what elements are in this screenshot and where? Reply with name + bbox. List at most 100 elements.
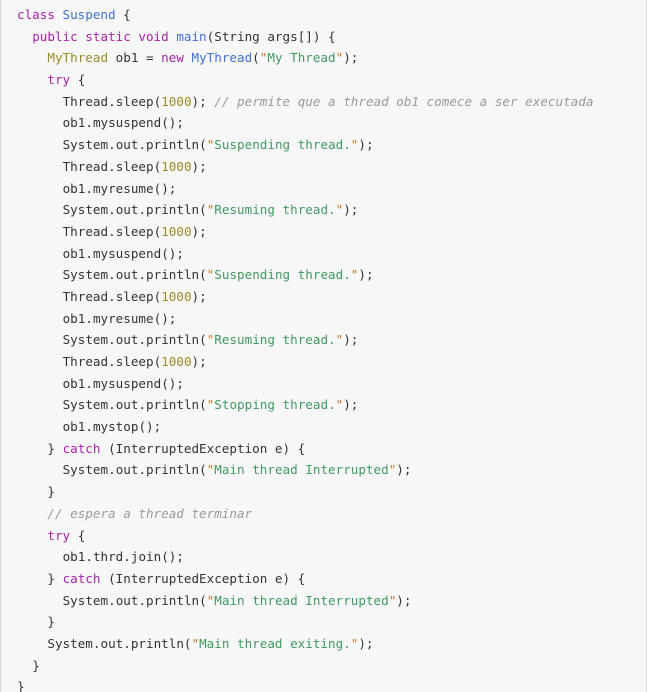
code-identifier: System [62,332,109,348]
code-punctuation: ( [199,397,207,413]
code-identifier: println [146,592,200,608]
code-punctuation: ( [199,332,207,348]
code-identifier: mysuspend [92,375,162,391]
code-identifier: sleep [115,354,154,369]
code-punctuation: . [108,288,116,304]
code-identifier: println [146,332,200,348]
code-punctuation: ); [191,158,207,174]
code-string: My Thread [267,50,336,66]
code-identifier: out [115,397,139,413]
code-punctuation: { [70,527,86,543]
code-punctuation: . [108,93,116,109]
code-line: ob1.mystop(); [1,416,646,438]
code-punctuation: (); [161,245,184,261]
code-punctuation: ( [100,440,116,456]
code-line: System.out.println("Main thread Interrup… [1,459,646,481]
code-identifier: System [62,397,109,413]
code-identifier: thrd [92,549,124,565]
code-punctuation [267,571,275,586]
code-punctuation: { [70,72,86,88]
code-identifier: InterruptedException [115,570,268,586]
code-identifier: out [115,332,139,348]
code-punctuation: } [47,484,55,500]
code-punctuation: ); [358,267,374,283]
code-line: System.out.println("Resuming thread."); [1,329,646,351]
code-type: Suspend [62,7,116,22]
code-punctuation: . [138,592,147,608]
code-keyword: catch [62,440,101,456]
code-identifier: Thread [62,288,109,304]
code-number: 1000 [161,93,192,109]
string-quote: " [191,635,200,651]
code-punctuation: . [85,419,93,435]
code-line: class Suspend { [1,4,646,26]
code-identifier: println [146,462,200,478]
code-line: System.out.println("Stopping thread."); [1,394,646,416]
code-punctuation: . [138,202,147,218]
code-punctuation [184,50,192,65]
code-line: System.out.println("Suspending thread.")… [1,264,646,286]
code-punctuation: . [85,115,93,131]
code-identifier: sleep [115,288,154,304]
code-identifier: out [115,137,139,153]
code-identifier: mystop [92,419,139,435]
code-string: Resuming thread. [214,202,336,218]
code-identifier: mysuspend [92,115,162,131]
code-identifier: ob1 [115,50,139,66]
code-line: ob1.myresume(); [1,178,646,200]
code-identifier: println [146,202,200,218]
code-punctuation: (); [153,180,177,196]
code-identifier: out [115,462,139,478]
code-line: // espera a thread terminar [1,503,646,525]
code-punctuation: ( [199,267,207,283]
code-identifier: println [146,397,200,413]
code-line: System.out.println("Main thread Interrup… [1,590,646,612]
code-identifier: System [62,462,109,478]
code-punctuation: . [108,332,116,348]
code-punctuation: ); [343,397,359,413]
code-punctuation: . [108,592,116,608]
code-identifier: Thread [62,158,109,174]
code-punctuation: []) { [297,28,336,44]
code-punctuation: (); [161,115,184,131]
code-punctuation: . [85,375,93,391]
code-line: public static void main(String args[]) { [1,26,646,48]
code-identifier: InterruptedException [115,440,268,456]
code-punctuation: . [108,158,116,174]
code-punctuation: } [47,614,55,630]
code-punctuation [55,7,63,22]
code-punctuation: . [85,310,93,326]
code-line: ob1.mysuspend(); [1,112,646,134]
code-identifier: Thread [62,223,109,239]
code-line: ob1.thrd.join(); [1,546,646,568]
code-line: Thread.sleep(1000); [1,286,646,308]
code-punctuation: . [123,635,131,651]
code-line: Thread.sleep(1000); // permite que a thr… [1,91,646,113]
code-punctuation: . [138,397,147,413]
code-punctuation: ( [199,202,207,218]
code-punctuation: ); [358,137,374,153]
code-comment: // espera a thread terminar [47,505,253,521]
code-identifier: myresume [92,180,154,196]
code-punctuation: ); [343,202,359,218]
code-punctuation: ); [343,50,359,66]
code-identifier: sleep [115,223,154,239]
code-identifier: out [115,592,139,608]
code-comment: // permite que a thread ob1 comece a ser… [214,93,594,109]
code-punctuation: (); [161,549,184,565]
code-line: System.out.println("Suspending thread.")… [1,134,646,156]
code-identifier: ob1 [62,310,86,326]
code-punctuation: . [138,267,147,283]
code-identifier: sleep [115,158,154,174]
code-identifier: out [115,202,139,218]
code-punctuation [267,441,275,456]
code-keyword: public [32,28,78,44]
code-line: } [1,611,646,633]
code-identifier: out [100,635,124,651]
code-identifier: join [130,549,162,565]
code-keyword: static [85,28,131,44]
code-identifier: ob1 [62,180,86,196]
code-string: Suspending thread. [214,137,351,153]
code-punctuation: = [138,50,162,66]
code-punctuation: . [138,332,147,348]
